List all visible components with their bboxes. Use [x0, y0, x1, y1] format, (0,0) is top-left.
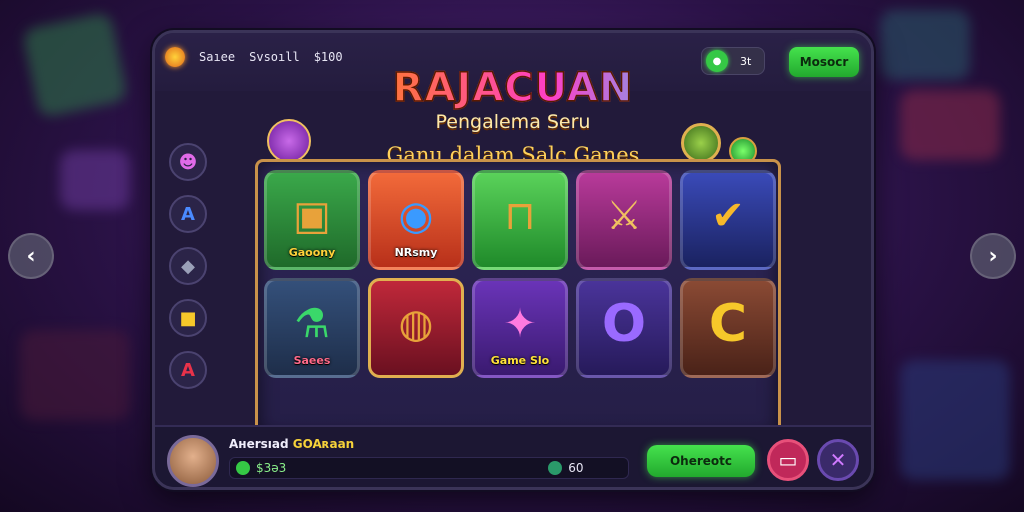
- sword-icon: ⚔: [606, 193, 642, 240]
- player-name: Aнersıad: [229, 437, 289, 451]
- background-tile: [21, 11, 129, 119]
- bottom-bar: Aнersıad GOAʀaan $3ə3 60 Ohereotc ▭ ✕: [155, 425, 871, 487]
- next-arrow-button[interactable]: ›: [970, 233, 1016, 279]
- coin-icon: [236, 461, 250, 475]
- stat-label-1: Saıee: [199, 50, 236, 64]
- barrel-icon: ◍: [398, 301, 434, 348]
- sidebar: ☻ A ◆ ■ A: [169, 143, 209, 389]
- balance-right: 60: [568, 461, 584, 475]
- game-tile[interactable]: ⚔: [576, 170, 672, 270]
- game-tile[interactable]: C: [680, 278, 776, 378]
- game-grid: ▣ Gaoony ◉ NRsmy ⊓ ⚔ ✔ ⚗ Saees ◍ ✦ Game …: [264, 170, 776, 378]
- stat-label-2: Svsoıll: [249, 50, 300, 64]
- game-tile[interactable]: ◍: [368, 278, 464, 378]
- previous-arrow-button[interactable]: ‹: [8, 233, 54, 279]
- chip-icon: [548, 461, 563, 475]
- game-tile[interactable]: ▣ Gaoony: [264, 170, 360, 270]
- arrow-check-icon: ✔: [711, 193, 745, 240]
- player-highlight: GOAʀaan: [292, 437, 355, 451]
- sidebar-item-character[interactable]: ☻: [169, 143, 207, 181]
- avatar[interactable]: [167, 435, 219, 487]
- game-board: ▣ Gaoony ◉ NRsmy ⊓ ⚔ ✔ ⚗ Saees ◍ ✦ Game …: [255, 159, 781, 439]
- alert-icon: A: [181, 359, 195, 381]
- treasure-chest-icon: ▣: [293, 193, 331, 240]
- ticket-icon: ■: [179, 307, 197, 329]
- gem-icon: ◆: [181, 255, 195, 277]
- menu-icon: ▭: [778, 448, 798, 472]
- game-tile[interactable]: ◉ NRsmy: [368, 170, 464, 270]
- potion-icon: ⚗: [294, 301, 330, 348]
- background-tile: [20, 330, 130, 420]
- tile-label: Game Slo: [490, 354, 550, 367]
- key-icon: ◉: [398, 193, 434, 240]
- background-tile: [900, 360, 1010, 480]
- game-tile[interactable]: ✔: [680, 170, 776, 270]
- wand-icon: ✦: [503, 301, 537, 348]
- tile-label: Saees: [293, 354, 331, 367]
- game-tile[interactable]: ✦ Game Slo: [472, 278, 568, 378]
- logo-icon: [165, 47, 185, 67]
- hammer-icon: ⊓: [504, 193, 536, 240]
- sidebar-item-letter-a[interactable]: A: [169, 195, 207, 233]
- game-tile[interactable]: ⚗ Saees: [264, 278, 360, 378]
- title-subtitle: Pengalema Seru: [435, 111, 591, 133]
- letter-a-icon: A: [181, 203, 195, 225]
- balance-left: $3ə3: [256, 461, 287, 475]
- game-tile[interactable]: ⊓: [472, 170, 568, 270]
- tile-label: Gaoony: [288, 246, 336, 259]
- balance-bar: $3ə3 60: [229, 457, 629, 479]
- character-icon: ☻: [178, 151, 198, 173]
- letter-o-icon: O: [601, 294, 647, 355]
- title-block: RAJACUAN Pengalema Seru: [155, 64, 871, 133]
- sidebar-item-ticket[interactable]: ■: [169, 299, 207, 337]
- top-stats: Saıee Svsoıll $100: [165, 47, 343, 67]
- game-tile[interactable]: O: [576, 278, 672, 378]
- sidebar-item-gem[interactable]: ◆: [169, 247, 207, 285]
- game-logo-title: RAJACUAN: [155, 64, 871, 112]
- game-window: Saıee Svsoıll $100 ● 3t Mosocr RAJACUAN …: [152, 30, 874, 490]
- close-icon: ✕: [829, 448, 847, 472]
- close-button[interactable]: ✕: [817, 439, 859, 481]
- player-name-row: Aнersıad GOAʀaan: [229, 437, 354, 451]
- letter-c-icon: C: [708, 294, 748, 355]
- background-tile: [880, 10, 970, 80]
- background-tile: [900, 90, 1000, 160]
- action-button[interactable]: Ohereotc: [647, 445, 755, 477]
- tile-label: NRsmy: [394, 246, 438, 259]
- menu-button[interactable]: ▭: [767, 439, 809, 481]
- sidebar-item-alert[interactable]: A: [169, 351, 207, 389]
- stat-label-3: $100: [313, 50, 343, 64]
- background-tile: [60, 150, 130, 210]
